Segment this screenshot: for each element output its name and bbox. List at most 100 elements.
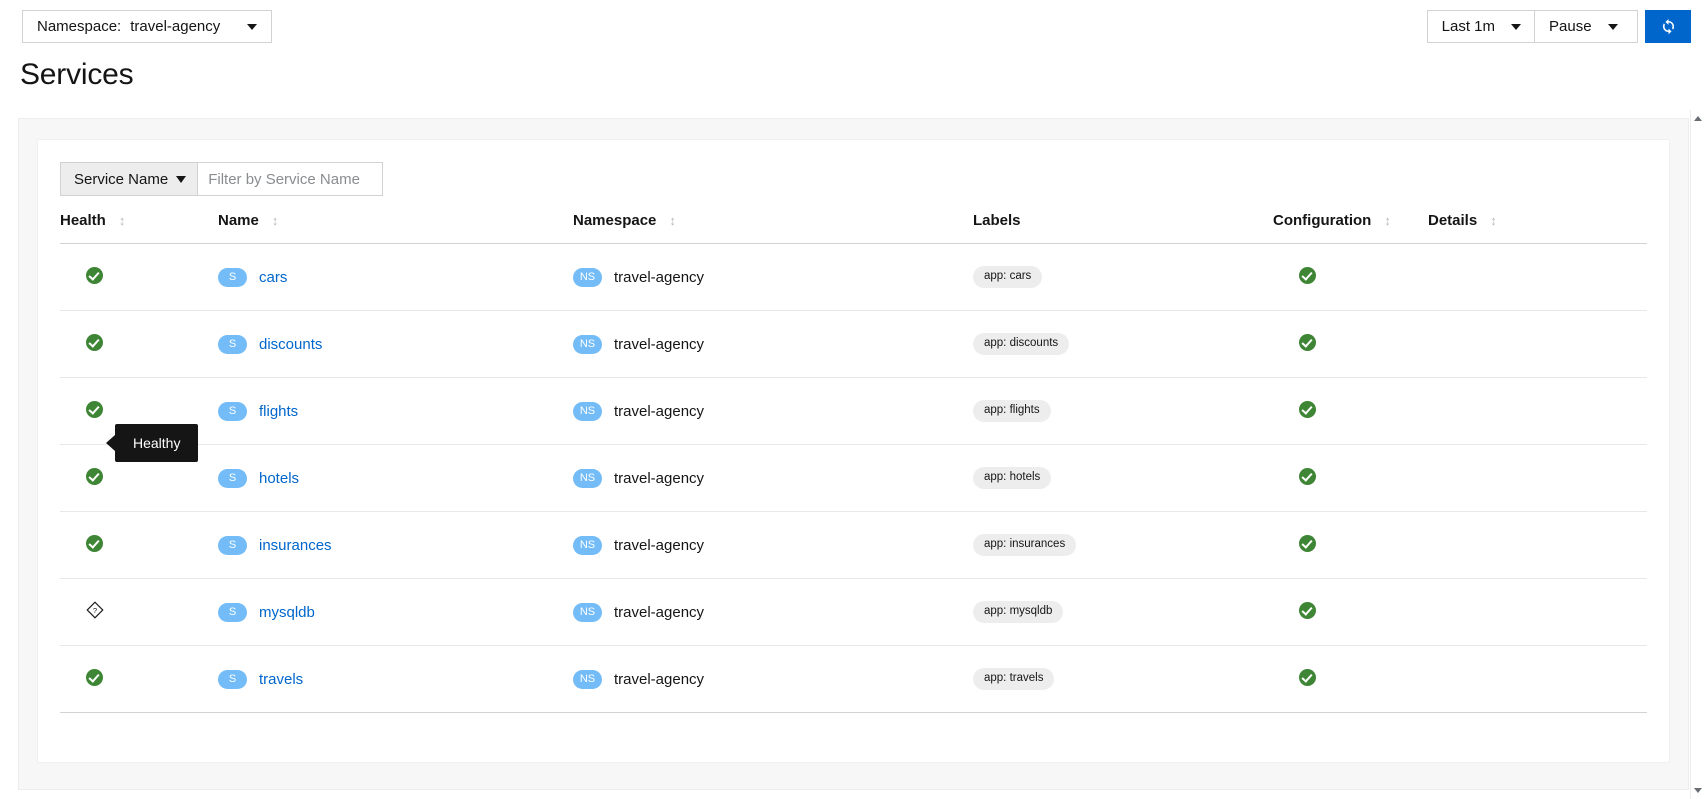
configuration-valid-icon[interactable] [1299,601,1316,619]
health-healthy-icon [86,534,103,552]
configuration-valid-icon[interactable] [1299,266,1316,284]
column-header-label: Name [218,212,259,229]
table-row: Shotels NS travel-agency app: hotels [60,444,1647,512]
namespace-value: travel-agency [130,18,221,35]
sort-icon[interactable]: ↕ [1384,214,1391,227]
chevron-down-icon [176,175,187,183]
label-badge[interactable]: app: insurances [973,534,1077,556]
column-header-details[interactable]: Details ↕ [1428,212,1647,244]
service-name-link[interactable]: mysqldb [259,604,315,621]
label-badge[interactable]: app: discounts [973,333,1070,355]
sort-icon[interactable]: ↕ [272,214,279,227]
cell-health [60,645,218,713]
health-healthy-icon [86,467,103,485]
health-healthy-icon [86,333,103,351]
service-name-link[interactable]: hotels [259,470,299,487]
namespace-badge: NS [573,334,602,354]
cell-name: Smysqldb [218,578,573,646]
filter-toolbar: Service Name [38,140,1669,196]
cell-health [60,243,218,311]
sort-icon[interactable]: ↕ [669,214,676,227]
label-badge[interactable]: app: hotels [973,467,1052,489]
service-badge: S [218,468,247,488]
service-name-link[interactable]: insurances [259,537,332,554]
cell-health [60,511,218,579]
table-row: Stravels NS travel-agency app: travels [60,645,1647,713]
time-range-selector[interactable]: Last 1m [1426,10,1535,43]
cell-configuration [1273,645,1428,713]
label-badge[interactable]: app: mysqldb [973,601,1064,623]
service-badge: S [218,334,247,354]
cell-details [1428,511,1647,579]
service-name-link[interactable]: travels [259,671,303,688]
label-badge[interactable]: app: cars [973,266,1043,288]
refresh-interval-selector[interactable]: Pause [1534,10,1638,43]
cell-labels: app: insurances [973,511,1273,579]
cell-labels: app: mysqldb [973,578,1273,646]
cell-labels: app: flights [973,377,1273,445]
services-table: Health ↕ Name ↕ Namespace ↕ Labels Confi… [60,212,1647,713]
service-badge: S [218,535,247,555]
column-header-configuration[interactable]: Configuration ↕ [1273,212,1428,244]
refresh-controls: Last 1m Pause [1426,10,1691,43]
table-row: ? Smysqldb NS travel-agency app: mysqldb [60,578,1647,646]
cell-name: Shotels [218,444,573,512]
filter-type-dropdown[interactable]: Service Name [60,162,199,196]
cell-details [1428,310,1647,378]
cell-details [1428,578,1647,646]
cell-configuration [1273,444,1428,512]
label-badge[interactable]: app: flights [973,400,1051,422]
scroll-up-icon[interactable] [1694,116,1702,121]
namespace-badge: NS [573,669,602,689]
cell-name: Scars [218,243,573,311]
service-name-link[interactable]: flights [259,403,298,420]
filter-input[interactable] [198,162,384,196]
health-not-available-icon: ? [86,601,104,619]
cell-name: Sdiscounts [218,310,573,378]
column-header-label: Details [1428,212,1478,229]
chevron-down-icon [247,23,257,30]
health-healthy-icon [86,400,103,418]
sort-icon[interactable]: ↕ [119,214,126,227]
configuration-valid-icon[interactable] [1299,333,1316,351]
column-header-health[interactable]: Health ↕ [60,212,218,244]
label-badge[interactable]: app: travels [973,668,1055,690]
filter-type-label: Service Name [74,170,169,188]
configuration-valid-icon[interactable] [1299,668,1316,686]
scroll-down-icon[interactable] [1694,788,1702,793]
page-scrollbar[interactable] [1690,110,1705,799]
namespace-label: Namespace: [37,18,122,35]
services-card: Service Name Health ↕ Name [37,139,1670,763]
cell-configuration [1273,511,1428,579]
configuration-valid-icon[interactable] [1299,400,1316,418]
namespace-text: travel-agency [614,402,705,420]
configuration-valid-icon[interactable] [1299,534,1316,552]
service-name-link[interactable]: discounts [259,336,322,353]
cell-details [1428,377,1647,445]
column-header-name[interactable]: Name ↕ [218,212,573,244]
namespace-selector[interactable]: Namespace: travel-agency [22,10,272,43]
column-header-namespace[interactable]: Namespace ↕ [573,212,973,244]
column-header-labels: Labels [973,212,1273,244]
time-range-value: Last 1m [1441,18,1495,35]
configuration-valid-icon[interactable] [1299,467,1316,485]
cell-labels: app: hotels [973,444,1273,512]
sort-icon[interactable]: ↕ [1490,214,1497,227]
namespace-text: travel-agency [614,536,705,554]
table-body: Scars NS travel-agency app: cars Sdiscounts N… [60,243,1647,713]
refresh-button[interactable] [1645,10,1691,43]
refresh-interval-value: Pause [1549,18,1592,35]
cell-configuration [1273,310,1428,378]
cell-namespace: NS travel-agency [573,243,973,311]
table-row: Sdiscounts NS travel-agency app: discounts [60,310,1647,378]
cell-labels: app: cars [973,243,1273,311]
cell-namespace: NS travel-agency [573,511,973,579]
namespace-text: travel-agency [614,335,705,353]
service-name-link[interactable]: cars [259,269,287,286]
cell-configuration [1273,243,1428,311]
health-healthy-icon [86,668,103,686]
cell-labels: app: travels [973,645,1273,713]
cell-namespace: NS travel-agency [573,444,973,512]
cell-details [1428,444,1647,512]
namespace-text: travel-agency [614,603,705,621]
